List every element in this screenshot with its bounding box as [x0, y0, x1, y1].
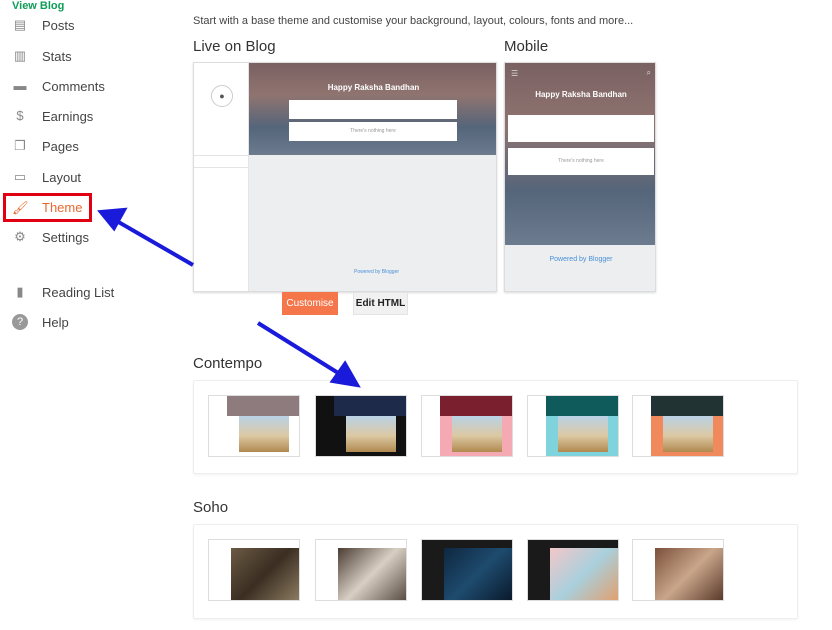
arrow-to-contempo — [256, 321, 345, 378]
arrow-to-theme — [114, 218, 194, 267]
annotation-arrows — [97, 207, 361, 388]
arrow-head-contempo — [329, 360, 361, 388]
